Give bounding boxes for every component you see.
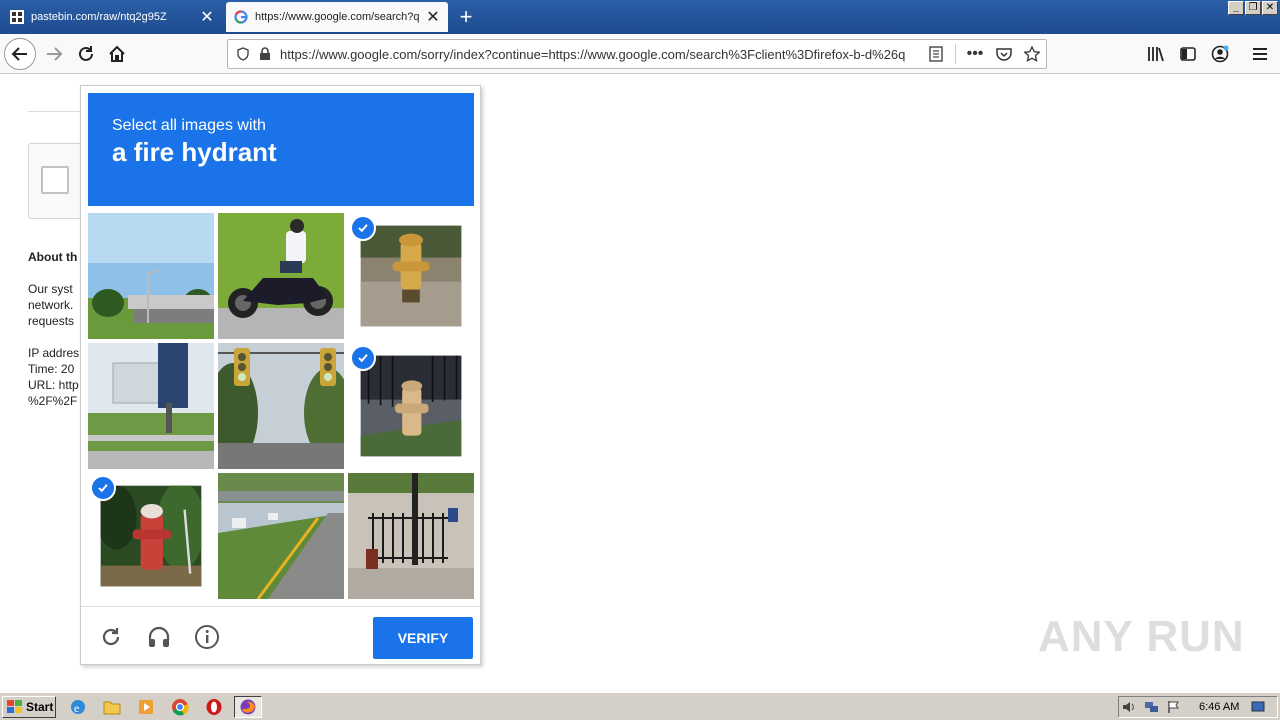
home-button[interactable] bbox=[101, 38, 133, 70]
reload-icon[interactable] bbox=[95, 621, 127, 653]
info-line: URL: http bbox=[28, 378, 79, 392]
tile-highway[interactable] bbox=[218, 473, 344, 599]
back-button[interactable] bbox=[4, 38, 36, 70]
info-icon[interactable] bbox=[191, 621, 223, 653]
forward-arrow-icon bbox=[47, 47, 63, 61]
tile-motorcycle[interactable] bbox=[218, 213, 344, 339]
shield-icon[interactable] bbox=[232, 47, 254, 61]
url-bar[interactable]: https://www.google.com/sorry/index?conti… bbox=[227, 39, 1047, 69]
minimize-button[interactable]: _ bbox=[1228, 1, 1244, 15]
more-actions-icon[interactable]: ••• bbox=[960, 45, 990, 63]
paragraph-line: Our syst bbox=[28, 282, 73, 296]
close-tab-icon[interactable]: ✕ bbox=[196, 6, 218, 28]
restore-button[interactable]: ❐ bbox=[1245, 1, 1261, 15]
divider bbox=[955, 44, 956, 64]
action-center-flag-icon[interactable] bbox=[1163, 697, 1185, 717]
captcha-prompt-header: Select all images with a fire hydrant bbox=[88, 93, 474, 206]
info-line: Time: 20 bbox=[28, 362, 75, 376]
paragraph-line: network. bbox=[28, 298, 74, 312]
reload-button[interactable] bbox=[70, 38, 102, 70]
sidebar-icon[interactable] bbox=[1172, 38, 1204, 70]
bookmark-star-icon[interactable] bbox=[1018, 46, 1046, 62]
svg-text:e: e bbox=[74, 701, 79, 715]
about-heading: About th bbox=[28, 250, 78, 264]
info-line: %2F%2F bbox=[28, 394, 78, 408]
selected-check-icon bbox=[90, 475, 116, 501]
library-icon[interactable] bbox=[1140, 38, 1172, 70]
system-tray: 6:46 AM bbox=[1118, 696, 1278, 718]
captcha-footer: VERIFY bbox=[81, 606, 480, 665]
tile-hydrant-yellow[interactable] bbox=[348, 213, 474, 339]
start-label: Start bbox=[26, 700, 54, 714]
recaptcha-checkbox[interactable] bbox=[41, 166, 69, 194]
lock-icon[interactable] bbox=[254, 47, 276, 61]
ie-icon[interactable]: e bbox=[64, 696, 92, 718]
image-grid bbox=[88, 213, 474, 599]
account-icon[interactable] bbox=[1204, 38, 1236, 70]
firefox-icon[interactable] bbox=[234, 696, 262, 718]
home-icon bbox=[109, 45, 125, 62]
reload-icon bbox=[79, 46, 93, 61]
show-desktop-icon[interactable] bbox=[1247, 697, 1269, 717]
tile-traffic-lights[interactable] bbox=[218, 343, 344, 469]
browser-tab-bar: pastebin.com/raw/ntq2g95Z ✕ https://www.… bbox=[0, 0, 1280, 34]
navigation-toolbar: https://www.google.com/sorry/index?conti… bbox=[0, 34, 1280, 74]
tab-title: pastebin.com/raw/ntq2g95Z bbox=[31, 11, 167, 23]
back-arrow-icon bbox=[11, 47, 27, 61]
clock: 6:46 AM bbox=[1199, 701, 1240, 713]
tile-fence-hydrant[interactable] bbox=[348, 473, 474, 599]
tile-overpass[interactable] bbox=[88, 213, 214, 339]
paragraph-line: requests bbox=[28, 314, 75, 328]
prompt-target: a fire hydrant bbox=[112, 137, 277, 167]
captcha-challenge-dialog: Select all images with a fire hydrant VE… bbox=[80, 85, 481, 665]
network-icon[interactable] bbox=[1141, 697, 1163, 717]
tab-pastebin[interactable]: pastebin.com/raw/ntq2g95Z ✕ bbox=[2, 2, 222, 32]
tile-billboard[interactable] bbox=[88, 343, 214, 469]
window-controls: _ ❐ ✕ bbox=[1228, 1, 1278, 15]
forward-button[interactable] bbox=[38, 38, 70, 70]
volume-icon[interactable] bbox=[1119, 697, 1141, 717]
menu-icon[interactable] bbox=[1244, 38, 1276, 70]
start-button[interactable]: Start bbox=[2, 696, 56, 718]
url-text: https://www.google.com/sorry/index?conti… bbox=[280, 46, 906, 62]
selected-check-icon bbox=[350, 345, 376, 371]
tab-title: https://www.google.com/search?q bbox=[255, 11, 420, 23]
media-player-icon[interactable] bbox=[132, 696, 160, 718]
prompt-instruction: Select all images with bbox=[112, 117, 266, 134]
anyrun-watermark: ANY RUN bbox=[1038, 612, 1245, 661]
info-line: IP addres bbox=[28, 346, 80, 360]
headphones-icon[interactable] bbox=[143, 621, 175, 653]
close-tab-icon[interactable]: ✕ bbox=[422, 6, 444, 28]
tile-hydrant-sidewalk[interactable] bbox=[348, 343, 474, 469]
verify-button[interactable]: VERIFY bbox=[373, 617, 473, 659]
divider bbox=[28, 111, 88, 112]
tab-google[interactable]: https://www.google.com/search?q ✕ bbox=[226, 2, 448, 32]
new-tab-button[interactable]: + bbox=[452, 4, 480, 30]
windows-logo-icon bbox=[7, 700, 22, 713]
selected-check-icon bbox=[350, 215, 376, 241]
chrome-icon[interactable] bbox=[166, 696, 194, 718]
taskbar: Start e 6:46 AM bbox=[0, 692, 1280, 720]
folder-icon[interactable] bbox=[98, 696, 126, 718]
close-window-button[interactable]: ✕ bbox=[1262, 1, 1278, 15]
pocket-icon[interactable] bbox=[990, 47, 1018, 61]
tile-hydrant-red[interactable] bbox=[88, 473, 214, 599]
pastebin-icon bbox=[10, 10, 24, 24]
google-icon bbox=[234, 10, 248, 24]
reader-view-icon[interactable] bbox=[921, 46, 951, 62]
opera-icon[interactable] bbox=[200, 696, 228, 718]
